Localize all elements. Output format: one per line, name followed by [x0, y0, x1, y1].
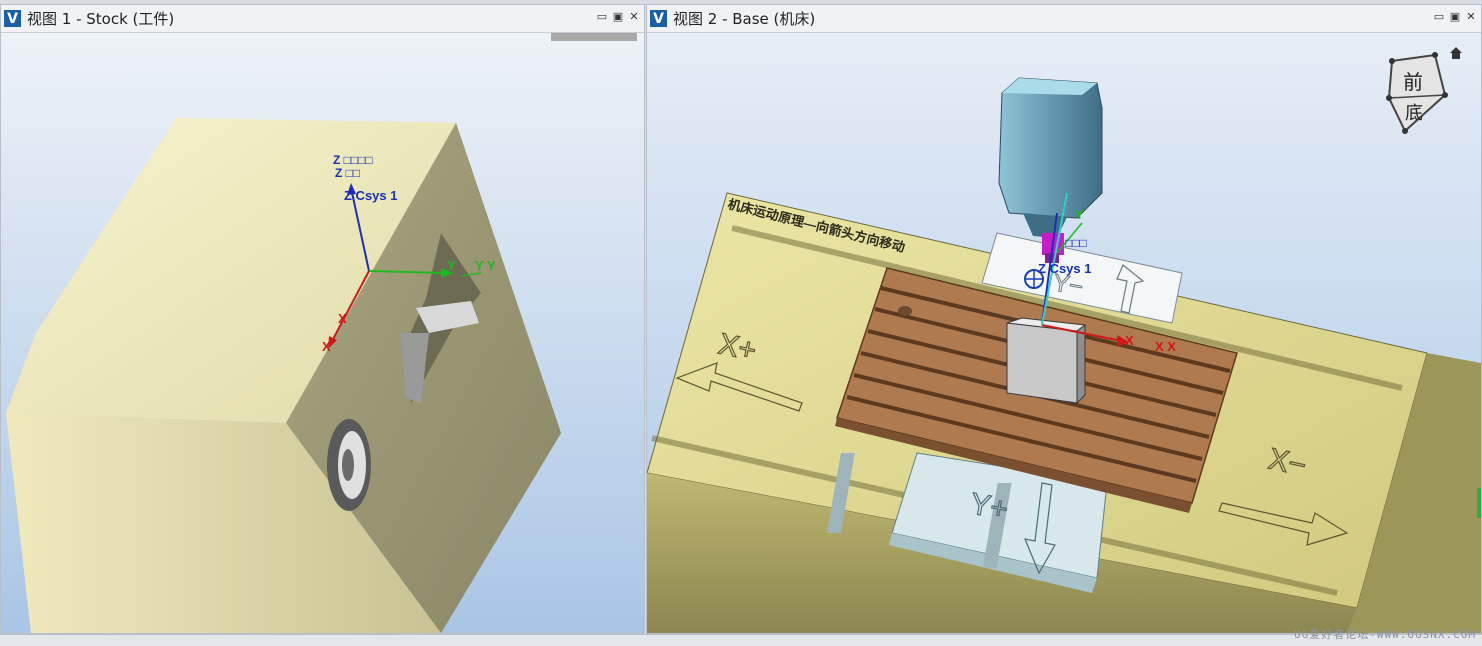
spindle-label: □□□	[1065, 236, 1087, 250]
view-logo-icon: V	[4, 10, 21, 27]
view1-pane[interactable]: V 视图 1 - Stock (工件) ▭ ▣ ✕ Z □□□□ Z □□ Z …	[0, 4, 645, 634]
z-label-mid: Z □□	[335, 166, 360, 180]
status-bar	[0, 634, 1482, 646]
close-button[interactable]: ✕	[628, 10, 640, 24]
view2-title: 视图 2 - Base (机床)	[673, 10, 816, 28]
z-csys-label: Z Csys 1	[1038, 261, 1091, 276]
y-axis-label: Y	[447, 258, 456, 273]
view2-titlebar[interactable]: V 视图 2 - Base (机床) ▭ ▣ ✕	[647, 5, 1481, 33]
view1-viewport[interactable]: Z □□□□ Z □□ Z Csys 1 Y Y Y X X	[1, 33, 644, 633]
view-cube-bottom-face[interactable]: 底	[1405, 103, 1423, 124]
close-button[interactable]: ✕	[1465, 10, 1477, 24]
partial-object	[551, 33, 637, 41]
view-logo-icon: V	[650, 10, 667, 27]
x-axis-label: X	[338, 311, 347, 326]
z-csys-label: Z Csys 1	[344, 188, 397, 203]
z-label-top: Z □□□□	[333, 153, 373, 167]
y-axis-label-2: Y Y	[475, 258, 496, 273]
x-axis-label-2: X	[322, 339, 331, 354]
y-axis-label: Y	[1075, 207, 1084, 222]
y-plus-label: Y+	[968, 487, 1011, 526]
view1-title: 视图 1 - Stock (工件)	[27, 10, 175, 28]
restore-button[interactable]: ▣	[1449, 10, 1461, 24]
scroll-indicator[interactable]	[1477, 488, 1481, 518]
view1-titlebar[interactable]: V 视图 1 - Stock (工件) ▭ ▣ ✕	[1, 5, 644, 33]
view-cube-top-face[interactable]: 前	[1403, 70, 1423, 94]
restore-button[interactable]: ▣	[612, 10, 624, 24]
view2-pane[interactable]: V 视图 2 - Base (机床) ▭ ▣ ✕ 机床运动原理—向箭头方向移动 …	[646, 4, 1482, 634]
view2-viewport[interactable]: 机床运动原理—向箭头方向移动 X+ X− Y+ Y− Y □□□ Z Csys …	[647, 33, 1481, 633]
minimize-button[interactable]: ▭	[596, 10, 608, 24]
watermark: UG爱好者论坛-WWW.UGSNX.COM	[1294, 628, 1476, 641]
x-axis-label: X	[1125, 333, 1134, 348]
minimize-button[interactable]: ▭	[1433, 10, 1445, 24]
hole-feature	[327, 419, 371, 511]
x-axis-label-2: X X	[1155, 339, 1176, 354]
